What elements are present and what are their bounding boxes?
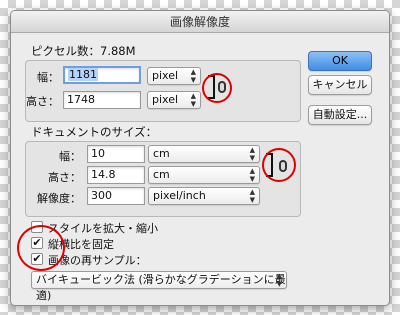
image-size-dialog: 画像解像度 ピクセル数：7.88M 幅： 1181 pixel ▲ ▼ 高さ： 1… [10,10,390,306]
pixel-height-unit-select[interactable]: pixel ▲ ▼ [147,91,201,109]
select-arrows-icon: ▲ ▼ [249,167,255,183]
pixel-height-value: 1748 [67,93,95,106]
resolution-unit-select[interactable]: pixel/inch ▲ ▼ [148,187,260,205]
pixel-width-unit-select[interactable]: pixel ▲ ▼ [147,67,201,85]
resolution-value: 300 [91,189,112,202]
auto-button[interactable]: 自動設定... [308,105,372,125]
annotation-circle [202,73,232,103]
doc-width-unit-select[interactable]: cm ▲ ▼ [148,145,260,163]
doc-height-label: 高さ： [48,171,81,184]
doc-width-label: 幅： [59,150,81,163]
resolution-input[interactable]: 300 [87,187,145,205]
resolution-label: 解像度： [37,192,81,205]
doc-width-input[interactable]: 10 [87,145,145,163]
doc-height-input[interactable]: 14.8 [87,166,145,184]
select-arrows-icon: ▲ ▼ [249,146,255,162]
pixel-width-unit-value: pixel [152,69,179,82]
pixel-height-input[interactable]: 1748 [63,91,141,109]
ok-button[interactable]: OK [308,51,372,71]
pixel-width-input[interactable]: 1181 [63,66,141,84]
pixel-width-label: 幅： [37,71,59,84]
doc-height-unit-select[interactable]: cm ▲ ▼ [148,166,260,184]
doc-width-unit-value: cm [153,147,170,160]
annotation-circle [262,148,296,182]
annotation-circle [17,225,65,271]
pixel-height-label: 高さ： [26,95,59,108]
pixel-dimensions-title: ピクセル数：7.88M [31,44,136,58]
cancel-button[interactable]: キャンセル [308,75,372,95]
resample-method-select[interactable]: バイキュービック法 (滑らかなグラデーションに最適) ▲ ▼ [31,271,287,302]
pixel-width-value: 1181 [68,68,98,81]
select-arrows-icon: ▲ ▼ [190,92,196,108]
resolution-unit-value: pixel/inch [153,189,206,202]
pixel-height-unit-value: pixel [152,93,179,106]
scale-styles-label: スタイルを拡大・縮小 [48,222,158,235]
select-arrows-icon: ▲ ▼ [276,272,282,288]
doc-height-value: 14.8 [91,168,116,181]
document-size-title: ドキュメントのサイズ： [31,125,158,139]
dialog-title: 画像解像度 [11,11,389,33]
doc-width-value: 10 [91,147,105,160]
select-arrows-icon: ▲ ▼ [249,188,255,204]
doc-height-unit-value: cm [153,168,170,181]
select-arrows-icon: ▲ ▼ [190,68,196,84]
resample-method-value: バイキュービック法 (滑らかなグラデーションに最適) [36,273,286,302]
